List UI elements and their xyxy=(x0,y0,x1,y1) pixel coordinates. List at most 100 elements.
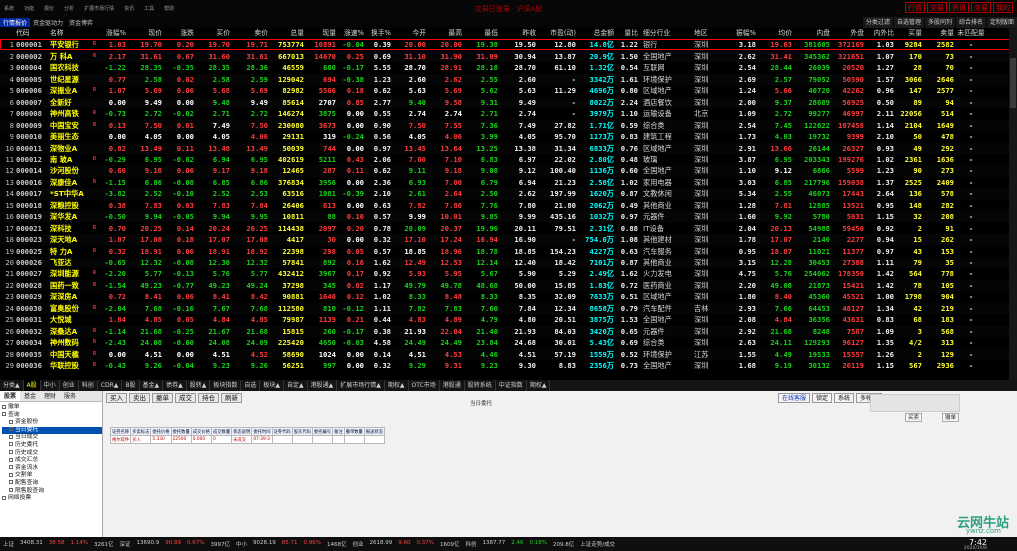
column-header[interactable]: 地区 xyxy=(694,28,720,39)
order-column-header[interactable]: 证券代码 xyxy=(271,427,293,436)
column-header[interactable]: 外盘 xyxy=(830,28,864,39)
view-tool-button[interactable]: 多股同列 xyxy=(924,17,955,28)
order-row[interactable]: 格尔软件 买入 5.330 22500 0.000 0 未成交 07:39:3 xyxy=(109,435,386,444)
column-header[interactable]: 涨幅% xyxy=(100,28,126,39)
view-tool-button[interactable]: 综合排名 xyxy=(955,17,986,28)
market-category-tab[interactable]: 创业 xyxy=(60,380,79,391)
column-header[interactable]: 今开 xyxy=(392,28,426,39)
table-row[interactable]: 9 000010 美丽生态 0.00 4.05 0.00 4.05 4.06 29131 319-… xyxy=(0,131,1017,143)
column-header[interactable]: 卖量 xyxy=(924,28,954,39)
market-category-tab[interactable]: 科创 xyxy=(79,380,98,391)
column-header[interactable]: 买量 xyxy=(894,28,922,39)
order-column-header[interactable]: 证券名称 xyxy=(109,427,132,436)
column-header[interactable]: 均价 xyxy=(758,28,792,39)
column-header[interactable]: 未匹配量 xyxy=(956,28,986,39)
table-row[interactable]: 17 000021 深科技 R 0.70 20.25 0.14 20.24 20.25 11443… xyxy=(0,222,1017,234)
trade-toolbar-button[interactable]: 刷新 xyxy=(221,393,242,403)
order-column-header[interactable]: 委托数量 xyxy=(170,427,192,436)
market-category-tab[interactable]: 扩展市场行情▲ xyxy=(337,380,385,391)
view-tool-button[interactable]: 自选管理 xyxy=(893,17,924,28)
menu-item[interactable]: 分析 xyxy=(64,5,74,12)
status-tail[interactable]: 上证走势/成交 xyxy=(580,540,615,548)
table-row[interactable]: 26 000032 深桑达A R -1.14 21.68 -0.25 21.67 21.68 15… xyxy=(0,325,1017,337)
column-header[interactable]: 总量 xyxy=(268,28,304,39)
order-column-header[interactable]: 委托价格 xyxy=(150,427,172,436)
table-row[interactable]: 15 000018 深粮控股 0.38 7.83 0.03 7.83 7.84 26406 613… xyxy=(0,199,1017,212)
title-button[interactable]: 我的 xyxy=(993,2,1013,13)
table-row[interactable]: 24 000030 富奥股份 R -2.04 7.68 -0.16 7.67 7.68 11258… xyxy=(0,302,1017,315)
table-row[interactable]: 7 000008 神州高铁 R -0.73 2.72 -0.02 2.71 2.72 146274… xyxy=(0,108,1017,120)
table-row[interactable]: 11 000012 南 玻A R -0.29 6.95 -0.02 6.94 6.95 40261… xyxy=(0,153,1017,166)
menu-item[interactable]: 报价 xyxy=(44,5,54,12)
title-button[interactable]: 交易 xyxy=(927,2,947,13)
table-row[interactable]: 5 000006 深振业A R 1.07 5.69 0.06 5.68 5.69 82982 550… xyxy=(0,85,1017,97)
table-row[interactable]: 25 000031 大悦城 1.04 4.85 0.05 4.84 4.85 79987 1139… xyxy=(0,314,1017,326)
menu-item[interactable]: 工具 xyxy=(144,5,154,12)
table-row[interactable]: 8 000009 中国宝安 R 0.13 7.50 0.01 7.49 7.50 230080 36… xyxy=(0,119,1017,131)
column-header[interactable]: 涨跌 xyxy=(164,28,194,39)
table-row[interactable]: 10 000011 深物业A 0.82 13.49 0.11 13.48 13.49 50039… xyxy=(0,142,1017,154)
table-row[interactable]: 22 000028 国药一致 R -1.54 49.23 -0.77 49.23 49.24 37… xyxy=(0,279,1017,292)
market-category-tab[interactable]: 港股通▲ xyxy=(308,380,338,391)
market-tab[interactable]: 资金博弈 xyxy=(66,18,96,27)
column-header[interactable]: 卖价 xyxy=(232,28,268,39)
table-row[interactable]: 6 000007 全新好 0.00 9.49 0.00 9.48 9.49 85614 2707 0… xyxy=(0,96,1017,108)
column-header[interactable]: 最低 xyxy=(464,28,498,39)
cancel-order-button[interactable]: 撤单 xyxy=(942,413,960,422)
market-category-tab[interactable]: 债券▲ xyxy=(163,380,187,391)
column-header[interactable]: 买价 xyxy=(196,28,230,39)
market-category-tab[interactable]: 板块指数 xyxy=(210,380,242,391)
column-header[interactable]: 细分行业 xyxy=(643,28,691,39)
tree-node[interactable]: 网络投票 xyxy=(2,495,102,503)
menu-item[interactable]: 系统 xyxy=(4,5,14,12)
market-category-tab[interactable]: 中小 xyxy=(41,380,60,391)
grid-scrollbar[interactable] xyxy=(1009,28,1017,380)
order-column-header[interactable]: 状态说明 xyxy=(231,427,253,436)
column-header[interactable]: 换手% xyxy=(365,28,391,39)
order-column-header[interactable]: 成交数量 xyxy=(210,427,233,436)
trade-toolbar-button[interactable]: 持仓 xyxy=(198,393,219,403)
table-row[interactable]: 14 000017 *ST中华A -3.82 2.52 -0.10 2.52 2.53 6351… xyxy=(0,188,1017,200)
market-category-tab[interactable]: 中证指数 xyxy=(496,380,527,391)
market-category-tab[interactable]: 自选 xyxy=(241,380,261,391)
tree-node[interactable]: 资金股份 xyxy=(2,419,102,427)
table-row[interactable]: 1 000001 平安银行 R 1.03 19.70 0.20 19.70 19.71 75377… xyxy=(0,39,1017,51)
menu-item[interactable]: 帮助 xyxy=(164,5,174,12)
scrollbar-thumb[interactable] xyxy=(1010,58,1016,108)
tree-node[interactable]: 历史委托 xyxy=(2,442,102,450)
market-category-tab[interactable]: 自定▲ xyxy=(284,380,308,391)
order-column-header[interactable]: 委托编号 xyxy=(311,427,334,436)
table-row[interactable]: 20 000026 飞亚达 -0.65 12.32 -0.08 12.30 12.32 5784… xyxy=(0,257,1017,269)
column-header[interactable]: 内外比 xyxy=(866,28,894,39)
market-category-tab[interactable]: 股转▲ xyxy=(187,380,211,391)
trade-nav-tab[interactable]: 服务 xyxy=(60,391,80,401)
trade-toolbar-button[interactable]: 成交 xyxy=(175,393,196,403)
market-category-tab[interactable]: 股转系统 xyxy=(465,380,496,391)
table-row[interactable]: 3 000004 国农科技 -1.22 28.35 -0.35 28.35 28.36 4655… xyxy=(0,62,1017,74)
order-column-header[interactable]: 备注 xyxy=(332,427,345,436)
order-column-header[interactable]: 买卖标志 xyxy=(130,427,152,436)
order-column-header[interactable]: 委托时间 xyxy=(251,427,273,436)
view-tool-button[interactable]: 分类过滤 xyxy=(862,17,893,28)
tree-node[interactable]: 成交汇总 xyxy=(2,457,102,465)
column-header[interactable]: 现价 xyxy=(128,28,162,39)
table-row[interactable]: 16 000019 深华发A -0.50 9.94 -0.05 9.94 9.95 10811 8… xyxy=(0,211,1017,223)
trade-right-button[interactable]: 系统 xyxy=(834,393,855,403)
market-category-tab[interactable]: 期权▲ xyxy=(385,380,409,391)
order-column-header[interactable]: 报送状态 xyxy=(363,427,386,436)
column-header[interactable]: 昨收 xyxy=(498,28,536,39)
column-header[interactable]: 市盈(动) xyxy=(540,28,576,39)
column-header[interactable]: 名称 xyxy=(50,28,94,39)
title-button[interactable]: 资讯 xyxy=(949,2,969,13)
column-header[interactable]: 振幅% xyxy=(730,28,756,39)
table-row[interactable]: 2 000002 万 科A R 2.17 31.61 0.67 31.60 31.61 66701… xyxy=(0,50,1017,63)
trade-right-button[interactable]: 在线客服 xyxy=(778,393,811,403)
menu-item[interactable]: 扩展市场行情 xyxy=(84,5,114,12)
column-header[interactable]: 量比 xyxy=(614,28,638,39)
column-header[interactable]: 代码 xyxy=(16,28,46,39)
column-header[interactable]: 总金额 xyxy=(578,28,614,39)
trade-nav-tab[interactable]: 基金 xyxy=(20,391,40,401)
table-row[interactable]: 21 000027 深圳能源 R -2.20 5.77 -0.13 5.76 5.77 43241… xyxy=(0,268,1017,280)
market-tab[interactable]: 资金驱动力 xyxy=(30,18,66,27)
market-category-tab[interactable]: 期权▲ xyxy=(527,380,551,391)
